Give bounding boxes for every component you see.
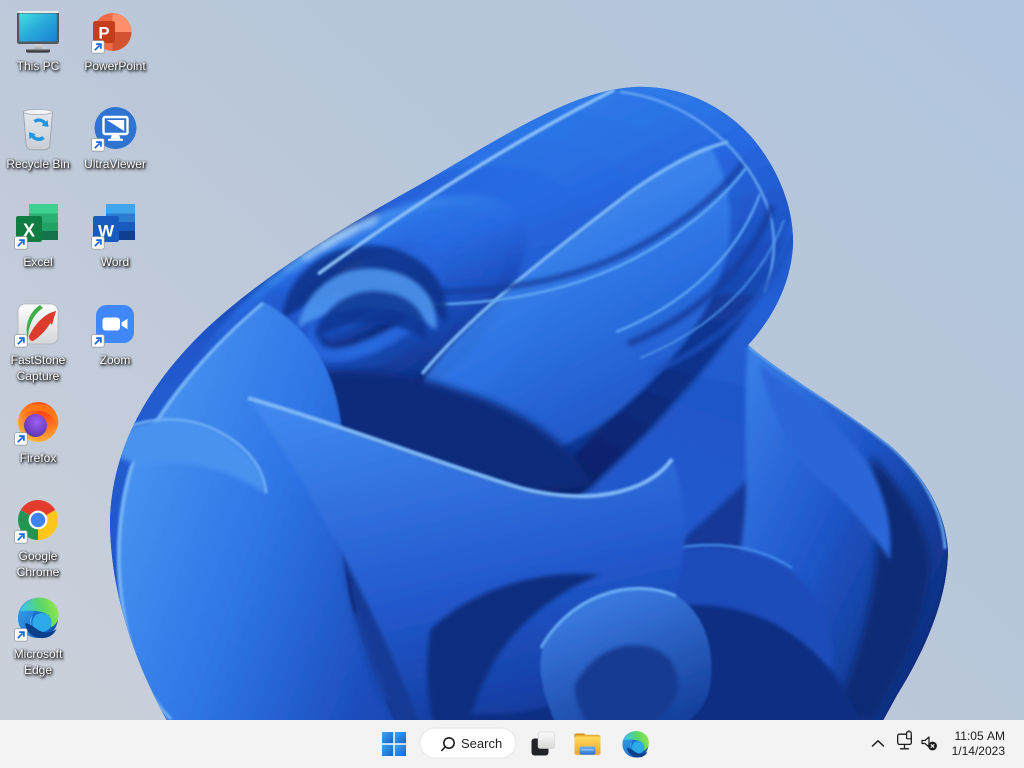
svg-text:Search: Search — [461, 736, 502, 751]
svg-text:P: P — [98, 24, 109, 43]
